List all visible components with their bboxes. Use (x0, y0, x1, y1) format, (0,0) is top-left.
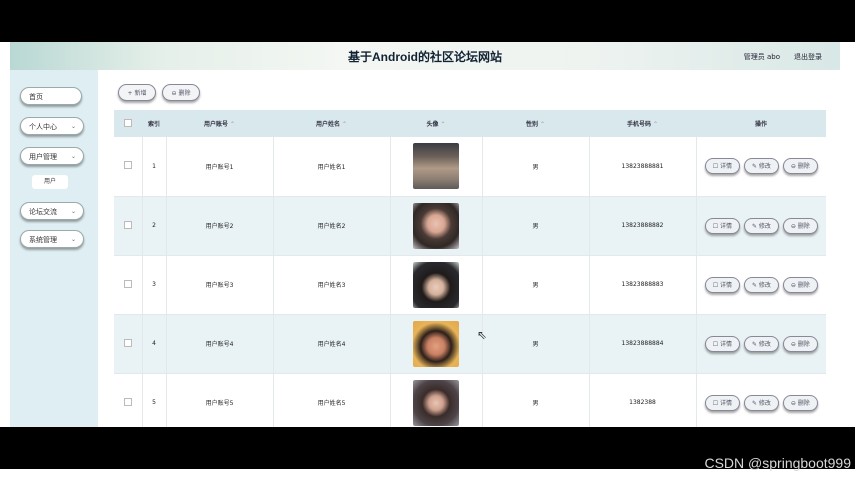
sidebar-subitem-users[interactable]: 用户 (32, 175, 68, 189)
detail-button[interactable]: ☐ 详情 (704, 158, 741, 175)
avatar (413, 202, 459, 249)
cell-phone: 13823888881 (589, 137, 697, 197)
sidebar-item-forum[interactable]: 论坛交流 ⌄ (20, 202, 84, 220)
cell-index: 1 (142, 137, 167, 197)
select-all-checkbox[interactable] (124, 118, 132, 127)
table-header-row: 索引 用户账号 ⌃ 用户姓名 ⌃ 头像 ⌃ 性别 ⌃ 手机号码 ⌃ 操作 (114, 110, 826, 137)
avatar (413, 143, 459, 190)
avatar (413, 320, 459, 367)
user-table: 索引 用户账号 ⌃ 用户姓名 ⌃ 头像 ⌃ 性别 ⌃ 手机号码 ⌃ 操作 1 用户账号1 … (114, 110, 826, 427)
sidebar-item-label: 论坛交流 (29, 208, 57, 216)
chevron-down-icon: ⌄ (70, 123, 76, 130)
delete-button[interactable]: ⊖ 删除 (782, 217, 818, 234)
logout-link[interactable]: 退出登录 (794, 52, 822, 62)
cell-account: 用户账号3 (166, 255, 274, 315)
detail-button[interactable]: ☐ 详情 (704, 335, 741, 352)
sidebar-item-label: 用户管理 (29, 153, 57, 161)
cell-account: 用户账号4 (166, 314, 274, 374)
watermark-text: CSDN @springboot999 (704, 455, 851, 471)
row-checkbox[interactable] (123, 161, 132, 170)
cell-phone: 13823888884 (589, 314, 697, 374)
cell-gender: 男 (482, 196, 590, 256)
cell-account: 用户账号2 (166, 196, 274, 256)
sidebar-item-home[interactable]: 首页 (20, 87, 82, 105)
table-row: 2 用户账号2 用户姓名2 男 13823888882 ☐ 详情 ✎ 修改 ⊖ … (114, 196, 826, 256)
cell-name: 用户姓名5 (273, 373, 391, 427)
cell-name: 用户姓名4 (273, 314, 391, 374)
delete-button[interactable]: ⊖ 删除 (782, 394, 818, 411)
detail-button[interactable]: ☐ 详情 (704, 217, 741, 234)
row-checkbox[interactable] (123, 397, 132, 406)
add-button[interactable]: + 新增 (118, 84, 156, 101)
row-checkbox[interactable] (123, 220, 132, 229)
table-row: 1 用户账号1 用户姓名1 男 13823888881 ☐ 详情 ✎ 修改 ⊖ … (114, 137, 826, 197)
column-header-name[interactable]: 用户姓名 ⌃ (273, 110, 390, 137)
cell-gender: 男 (482, 373, 590, 427)
mouse-pointer-icon: ⇖ (477, 328, 488, 342)
edit-button[interactable]: ✎ 修改 (743, 158, 779, 175)
cell-index: 3 (142, 255, 167, 315)
cell-name: 用户姓名2 (273, 196, 391, 256)
sidebar-item-label: 首页 (29, 93, 43, 101)
video-letterbox-top (0, 0, 855, 42)
sidebar-item-system-management[interactable]: 系统管理 ⌄ (20, 230, 84, 248)
cell-index: 5 (142, 373, 167, 427)
app-header: 基于Android的社区论坛网站 管理员 abo 退出登录 (10, 42, 840, 70)
detail-button[interactable]: ☐ 详情 (704, 276, 741, 293)
cell-phone: 13823888883 (589, 255, 697, 315)
column-header-phone[interactable]: 手机号码 ⌃ (589, 110, 696, 137)
table-row: 4 用户账号4 用户姓名4 男 13823888884 ☐ 详情 ✎ 修改 ⊖ … (114, 314, 826, 374)
delete-button[interactable]: ⊖ 删除 (782, 276, 818, 293)
sidebar-item-label: 个人中心 (29, 123, 57, 131)
delete-button[interactable]: ⊖ 删除 (782, 335, 818, 352)
cell-phone: 1382388 (589, 373, 697, 427)
bulk-delete-button[interactable]: ⊖ 删除 (162, 84, 200, 101)
cell-phone: 13823888882 (589, 196, 697, 256)
column-header-actions: 操作 (754, 121, 767, 128)
cell-account: 用户账号5 (166, 373, 274, 427)
sort-icon[interactable]: ⌃ (540, 121, 545, 128)
main-content: + 新增 ⊖ 删除 索引 用户账号 ⌃ 用户姓名 ⌃ 头像 ⌃ 性别 ⌃ 手机号码 ⌃ 操… (98, 70, 840, 427)
chevron-down-icon: ⌄ (70, 153, 76, 160)
chevron-down-icon: ⌄ (70, 236, 76, 243)
cell-gender: 男 (482, 137, 590, 197)
app-window: 基于Android的社区论坛网站 管理员 abo 退出登录 首页 个人中心 ⌄ … (10, 42, 840, 427)
cell-index: 2 (142, 196, 167, 256)
sidebar-item-personal-center[interactable]: 个人中心 ⌄ (20, 117, 84, 135)
sidebar: 首页 个人中心 ⌄ 用户管理 ⌄ 用户 论坛交流 ⌄ 系统管理 ⌄ (10, 70, 98, 427)
column-header-index: 索引 (147, 121, 160, 128)
edit-button[interactable]: ✎ 修改 (743, 394, 779, 411)
detail-button[interactable]: ☐ 详情 (704, 394, 741, 411)
table-row: 3 用户账号3 用户姓名3 男 13823888883 ☐ 详情 ✎ 修改 ⊖ … (114, 255, 826, 315)
sidebar-item-user-management[interactable]: 用户管理 ⌄ (20, 147, 84, 165)
column-header-avatar[interactable]: 头像 ⌃ (390, 110, 482, 137)
edit-button[interactable]: ✎ 修改 (743, 217, 779, 234)
row-checkbox[interactable] (123, 279, 132, 288)
column-header-gender[interactable]: 性别 ⌃ (482, 110, 589, 137)
avatar (413, 261, 459, 308)
table-row: 5 用户账号5 用户姓名5 男 1382388 ☐ 详情 ✎ 修改 ⊖ 删除 (114, 373, 826, 427)
current-user-label: 管理员 abo (743, 53, 780, 61)
sort-icon[interactable]: ⌃ (230, 121, 235, 128)
sort-icon[interactable]: ⌃ (440, 121, 445, 128)
edit-button[interactable]: ✎ 修改 (743, 335, 779, 352)
site-title: 基于Android的社区论坛网站 (348, 50, 502, 64)
column-header-account[interactable]: 用户账号 ⌃ (166, 110, 273, 137)
sidebar-item-label: 系统管理 (29, 236, 57, 244)
delete-button[interactable]: ⊖ 删除 (782, 158, 818, 175)
cell-index: 4 (142, 314, 167, 374)
sort-icon[interactable]: ⌃ (342, 121, 347, 128)
cell-account: 用户账号1 (166, 137, 274, 197)
avatar (413, 379, 459, 426)
chevron-down-icon: ⌄ (70, 208, 76, 215)
cell-name: 用户姓名1 (273, 137, 391, 197)
cell-name: 用户姓名3 (273, 255, 391, 315)
sort-icon[interactable]: ⌃ (653, 121, 658, 128)
cell-gender: 男 (482, 314, 590, 374)
edit-button[interactable]: ✎ 修改 (743, 276, 779, 293)
row-checkbox[interactable] (123, 338, 132, 347)
cell-gender: 男 (482, 255, 590, 315)
